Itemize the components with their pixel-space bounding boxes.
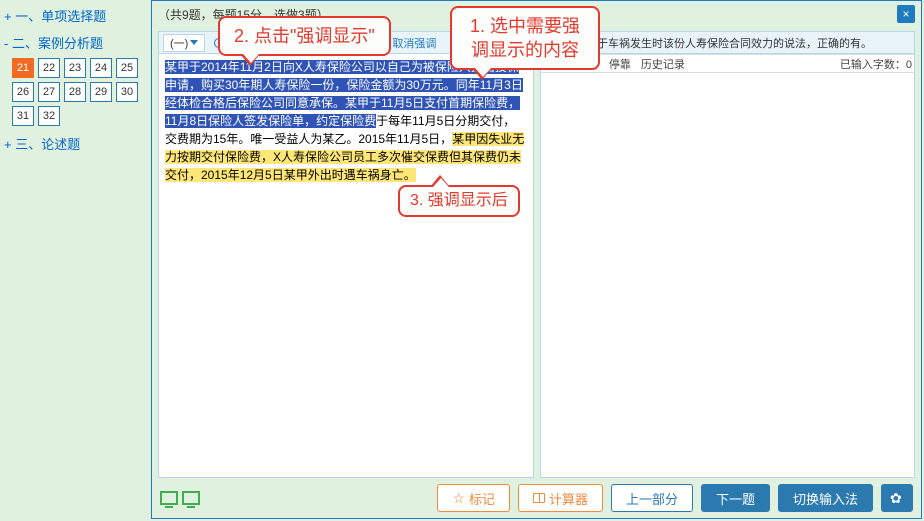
question-button-28[interactable]: 28 xyxy=(64,82,86,102)
passage-body[interactable]: 某甲于2014年11月2日向X人寿保险公司以自己为被保险人提出投保申请，购买30… xyxy=(159,54,533,477)
mark-button[interactable]: ☆ 标记 xyxy=(437,484,510,512)
question-button-31[interactable]: 31 xyxy=(12,106,34,126)
settings-button[interactable]: ✿ xyxy=(881,484,913,512)
next-question-button[interactable]: 下一题 xyxy=(701,484,770,512)
question-button-23[interactable]: 23 xyxy=(64,58,86,78)
nav-section-3[interactable]: + 三、论述题 xyxy=(4,132,146,155)
nav-section-1[interactable]: + 一、单项选择题 xyxy=(4,4,146,27)
collapse-icon: - xyxy=(4,36,8,51)
callout-3: 3. 强调显示后 xyxy=(398,185,520,217)
expand-icon: + xyxy=(4,137,12,152)
close-button[interactable]: × xyxy=(897,5,915,23)
expand-icon: + xyxy=(4,9,12,24)
question-button-26[interactable]: 26 xyxy=(12,82,34,102)
calculator-button[interactable]: 计算器 xyxy=(518,484,603,512)
prev-section-button[interactable]: 上一部分 xyxy=(611,484,693,512)
passage-pane: (一) 放大 缩小 强调显示 取消强调 xyxy=(158,31,534,478)
calculator-icon xyxy=(533,493,545,503)
gear-icon: ✿ xyxy=(890,491,904,505)
question-button-32[interactable]: 32 xyxy=(38,106,60,126)
layout-icons xyxy=(158,491,200,505)
dock-button[interactable]: 停靠 xyxy=(609,56,631,72)
question-button-21[interactable]: 21 xyxy=(12,58,34,78)
question-button-30[interactable]: 30 xyxy=(116,82,138,102)
question-button-27[interactable]: 27 xyxy=(38,82,60,102)
section-label: (一) xyxy=(163,34,205,52)
question-button-22[interactable]: 22 xyxy=(38,58,60,78)
question-text: 关于车祸发生时该份人寿保险合同效力的说法，正确的有。 xyxy=(586,35,872,51)
question-grid: 21 22 23 24 25 26 27 28 29 30 31 32 xyxy=(12,58,144,126)
answer-textarea[interactable] xyxy=(541,72,915,448)
chevron-down-icon xyxy=(190,40,198,45)
callout-2: 2. 点击"强调显示" xyxy=(218,16,391,56)
history-button[interactable]: 历史记录 xyxy=(641,56,685,72)
question-button-24[interactable]: 24 xyxy=(90,58,112,78)
callout-1: 1. 选中需要强 调显示的内容 xyxy=(450,6,600,70)
answer-pane: (1) 关于车祸发生时该份人寿保险合同效力的说法，正确的有。 B I 划行 停靠… xyxy=(540,31,916,478)
switch-ime-button[interactable]: 切换输入法 xyxy=(778,484,873,512)
question-button-29[interactable]: 29 xyxy=(90,82,112,102)
char-count: 已输入字数：0 xyxy=(840,56,912,72)
dual-screen-icon[interactable] xyxy=(182,491,200,505)
star-icon: ☆ xyxy=(452,490,465,507)
footer-bar: ☆ 标记 计算器 上一部分 下一题 切换输入法 ✿ xyxy=(158,482,915,514)
question-button-25[interactable]: 25 xyxy=(116,58,138,78)
sidebar: + 一、单项选择题 - 二、案例分析题 21 22 23 24 25 26 27… xyxy=(0,0,150,521)
nav-section-2[interactable]: - 二、案例分析题 xyxy=(4,31,146,54)
single-screen-icon[interactable] xyxy=(160,491,178,505)
main-panel: （共9题，每题15分，选做3题） × (一) 放大 缩小 xyxy=(151,0,922,519)
